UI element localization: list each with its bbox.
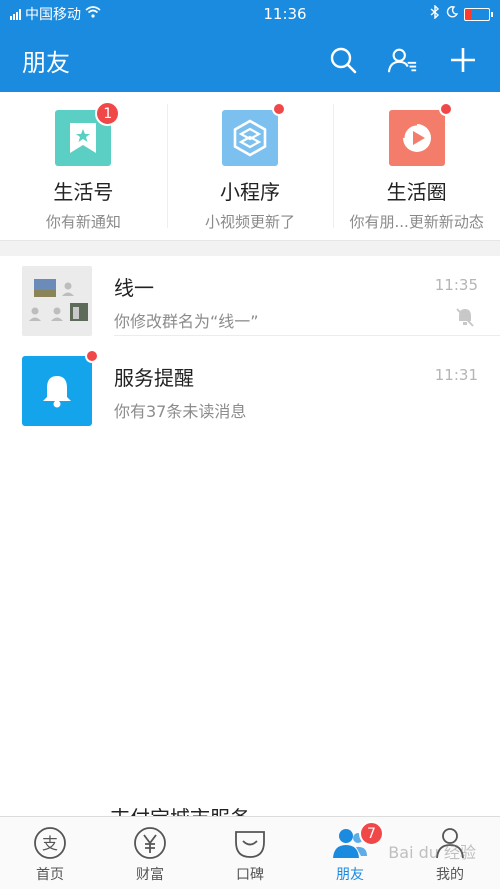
tab-friends[interactable]: 7 朋友 — [300, 817, 400, 889]
section-divider — [0, 240, 500, 256]
conversation-name: 服务提醒 — [114, 366, 194, 390]
tab-label: 朋友 — [336, 867, 364, 883]
tab-home[interactable]: 支 首页 — [0, 817, 100, 889]
bookmark-star-icon: 1 — [55, 101, 121, 166]
svg-text:支: 支 — [42, 834, 58, 853]
conversation-preview: 你有37条未读消息 — [114, 402, 247, 421]
service-reminder-avatar — [22, 349, 99, 426]
tab-label: 我的 — [436, 867, 464, 883]
carrier-label: 中国移动 — [25, 7, 81, 23]
clock: 11:36 — [263, 5, 307, 23]
contacts-icon[interactable] — [388, 45, 418, 75]
notification-badge: 1 — [95, 101, 121, 126]
search-icon[interactable] — [328, 45, 358, 75]
shortcut-title: 生活圈 — [386, 180, 447, 204]
conversation-time: 11:31 — [434, 366, 478, 384]
shortcut-subtitle: 小视频更新了 — [205, 213, 296, 231]
tab-label: 口碑 — [236, 867, 264, 883]
conversation-row[interactable]: 线一 你修改群名为“线一” 11:35 — [0, 256, 500, 346]
conversation-list: 线一 你修改群名为“线一” 11:35 服务提醒 你有37条未读消息 11:31 — [0, 256, 500, 436]
conversation-preview: 你修改群名为“线一” — [114, 312, 259, 331]
mini-program-icon — [222, 102, 286, 166]
tab-wealth[interactable]: 财富 — [100, 817, 200, 889]
conversation-row[interactable]: 服务提醒 你有37条未读消息 11:31 — [0, 346, 500, 436]
battery-icon — [464, 7, 493, 21]
shortcut-life-circle[interactable]: 生活圈 你有朋...更新新动态 — [333, 92, 500, 240]
conversation-time: 11:35 — [434, 276, 478, 294]
shortcut-subtitle: 你有朋...更新新动态 — [349, 213, 484, 231]
notification-badge: 7 — [359, 821, 384, 846]
tab-koubei[interactable]: 口碑 — [200, 817, 300, 889]
partially-hidden-row: 支付宝城市服务 — [110, 802, 250, 816]
conversation-name: 线一 — [114, 276, 154, 300]
shortcut-subtitle: 你有新通知 — [45, 213, 121, 231]
wifi-icon — [85, 6, 101, 22]
bluetooth-icon — [430, 4, 440, 23]
shortcut-title: 小程序 — [220, 180, 280, 204]
tab-label: 财富 — [136, 867, 164, 883]
life-circle-icon — [388, 102, 453, 166]
status-bar: 中国移动 11:36 — [0, 0, 500, 28]
unread-dot — [438, 102, 453, 116]
shortcut-lifestyle-account[interactable]: 1 生活号 你有新通知 — [0, 92, 167, 240]
add-icon[interactable] — [448, 45, 478, 75]
shortcut-title: 生活号 — [53, 180, 114, 204]
app-header: 朋友 — [0, 28, 500, 92]
muted-bell-icon — [454, 306, 476, 332]
watermark: Bai du 经验 — [388, 843, 476, 862]
moon-icon — [446, 6, 459, 22]
unread-dot — [272, 102, 286, 116]
shortcut-mini-program[interactable]: 小程序 小视频更新了 — [166, 92, 334, 240]
signal-icon — [10, 8, 21, 20]
tab-label: 首页 — [36, 867, 64, 883]
koubei-icon — [232, 825, 268, 861]
page-title: 朋友 — [22, 48, 70, 77]
top-bar: 中国移动 11:36 朋友 — [0, 0, 500, 92]
shortcut-row: 1 生活号 你有新通知 小程序 小视频更新了 生活圈 你有朋...更新新动态 — [0, 92, 500, 240]
yen-icon — [132, 825, 168, 861]
friends-icon: 7 — [332, 821, 384, 861]
unread-dot — [85, 349, 99, 363]
alipay-logo-icon: 支 — [32, 825, 68, 861]
group-avatar — [22, 266, 92, 336]
bottom-tab-bar: 支 首页 财富 口碑 7 朋友 我的 Bai du 经验 — [0, 816, 500, 889]
